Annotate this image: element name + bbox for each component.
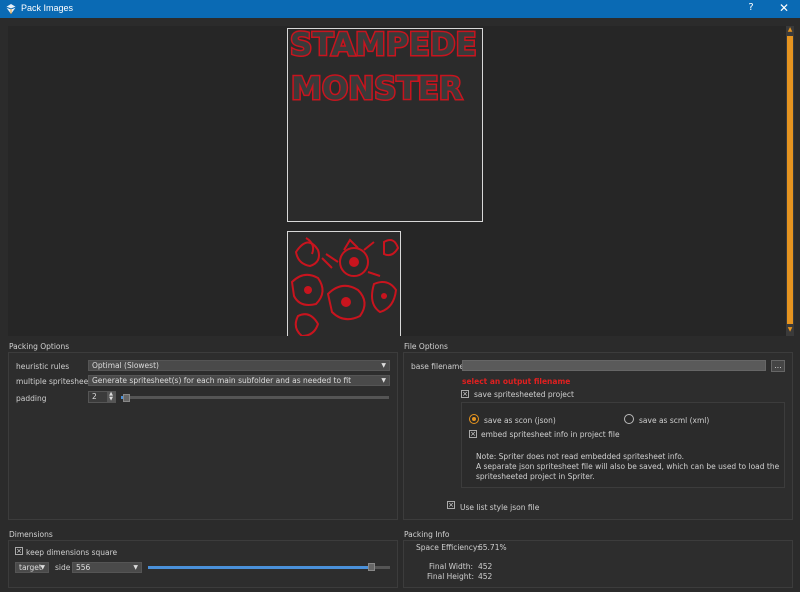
save-spritesheeted-checkbox[interactable]: × <box>461 390 469 398</box>
scroll-down-icon[interactable]: ▼ <box>787 326 793 334</box>
filename-error-text: select an output filename <box>462 377 571 386</box>
multiple-spritesheets-label: multiple spritesheets <box>16 377 96 386</box>
dimensions-title: Dimensions <box>9 530 53 539</box>
help-icon[interactable]: ? <box>744 2 758 13</box>
close-icon[interactable]: ✕ <box>776 1 792 15</box>
embed-spritesheet-label: embed spritesheet info in project file <box>481 430 620 439</box>
target-value: target <box>19 563 42 572</box>
preview-vertical-scrollbar[interactable]: ▲ ▼ <box>786 26 794 336</box>
app-icon <box>5 4 17 14</box>
packing-options-title: Packing Options <box>9 342 70 351</box>
padding-slider-track[interactable] <box>121 396 389 399</box>
stampede-monster-logo: STAMPEDE MONSTER <box>289 26 479 109</box>
spin-arrows-icon[interactable]: ▲ ▼ <box>107 392 115 402</box>
dropdown-arrow-icon: ▼ <box>133 564 138 571</box>
space-efficiency-label: Space Efficiency: <box>416 543 480 552</box>
svg-text:MONSTER: MONSTER <box>291 71 463 107</box>
space-efficiency-value: 65.71% <box>478 543 507 552</box>
note-line-3: spritesheeted project in Spriter. <box>476 472 595 481</box>
file-options-title: File Options <box>404 342 448 351</box>
browse-button[interactable]: ... <box>771 360 785 372</box>
padding-label: padding <box>16 394 47 403</box>
padding-spinbox[interactable]: 2 ▲ ▼ <box>88 391 116 403</box>
save-spritesheeted-label: save spritesheeted project <box>474 390 574 399</box>
scroll-up-icon[interactable]: ▲ <box>787 26 793 34</box>
list-style-json-checkbox[interactable]: × <box>447 501 455 509</box>
title-bar: Pack Images ? ✕ <box>0 0 800 18</box>
embed-spritesheet-checkbox[interactable]: × <box>469 430 477 438</box>
multiple-spritesheets-value: Generate spritesheet(s) for each main su… <box>92 376 352 385</box>
base-filename-input[interactable] <box>462 360 766 371</box>
final-height-label: Final Height: <box>427 572 474 581</box>
final-width-value: 452 <box>478 562 493 571</box>
dropdown-arrow-icon: ▼ <box>381 362 386 369</box>
scrollbar-thumb[interactable] <box>787 36 793 324</box>
list-style-json-label: Use list style json file <box>460 503 540 512</box>
padding-slider-handle[interactable] <box>123 394 130 402</box>
final-width-label: Final Width: <box>429 562 473 571</box>
side-label: side <box>55 563 71 572</box>
dropdown-arrow-icon: ▼ <box>40 564 45 571</box>
final-height-value: 452 <box>478 572 493 581</box>
heuristic-rules-label: heuristic rules <box>16 362 70 371</box>
padding-value: 2 <box>92 392 97 401</box>
keep-square-checkbox[interactable]: × <box>15 547 23 555</box>
note-line-1: Note: Spriter does not read embedded spr… <box>476 452 685 461</box>
heuristic-rules-value: Optimal (Slowest) <box>92 361 159 370</box>
packing-info-title: Packing Info <box>404 530 450 539</box>
note-line-2: A separate json spritesheet file will al… <box>476 462 780 471</box>
keep-square-label: keep dimensions square <box>26 548 118 557</box>
side-dropdown[interactable]: 556 ▼ <box>72 562 142 573</box>
side-slider-handle[interactable] <box>368 563 375 571</box>
monster-sprites-image <box>290 237 400 336</box>
preview-area[interactable]: STAMPEDE MONSTER <box>8 26 794 336</box>
side-slider-fill <box>148 566 371 569</box>
save-scml-radio[interactable] <box>624 414 634 424</box>
save-scml-label: save as scml (xml) <box>639 416 710 425</box>
dropdown-arrow-icon: ▼ <box>381 377 386 384</box>
spritesheet-preview-2 <box>287 231 401 336</box>
base-filename-label: base filename <box>411 362 464 371</box>
svg-text:STAMPEDE: STAMPEDE <box>290 29 477 63</box>
window-title: Pack Images <box>21 3 74 13</box>
target-dropdown[interactable]: target ▼ <box>15 562 49 573</box>
heuristic-rules-dropdown[interactable]: Optimal (Slowest) ▼ <box>88 360 390 371</box>
save-scon-label: save as scon (json) <box>484 416 556 425</box>
save-scon-radio[interactable] <box>469 414 479 424</box>
multiple-spritesheets-dropdown[interactable]: Generate spritesheet(s) for each main su… <box>88 375 390 386</box>
side-value: 556 <box>76 563 91 572</box>
spritesheet-preview-1: STAMPEDE MONSTER <box>287 26 483 222</box>
